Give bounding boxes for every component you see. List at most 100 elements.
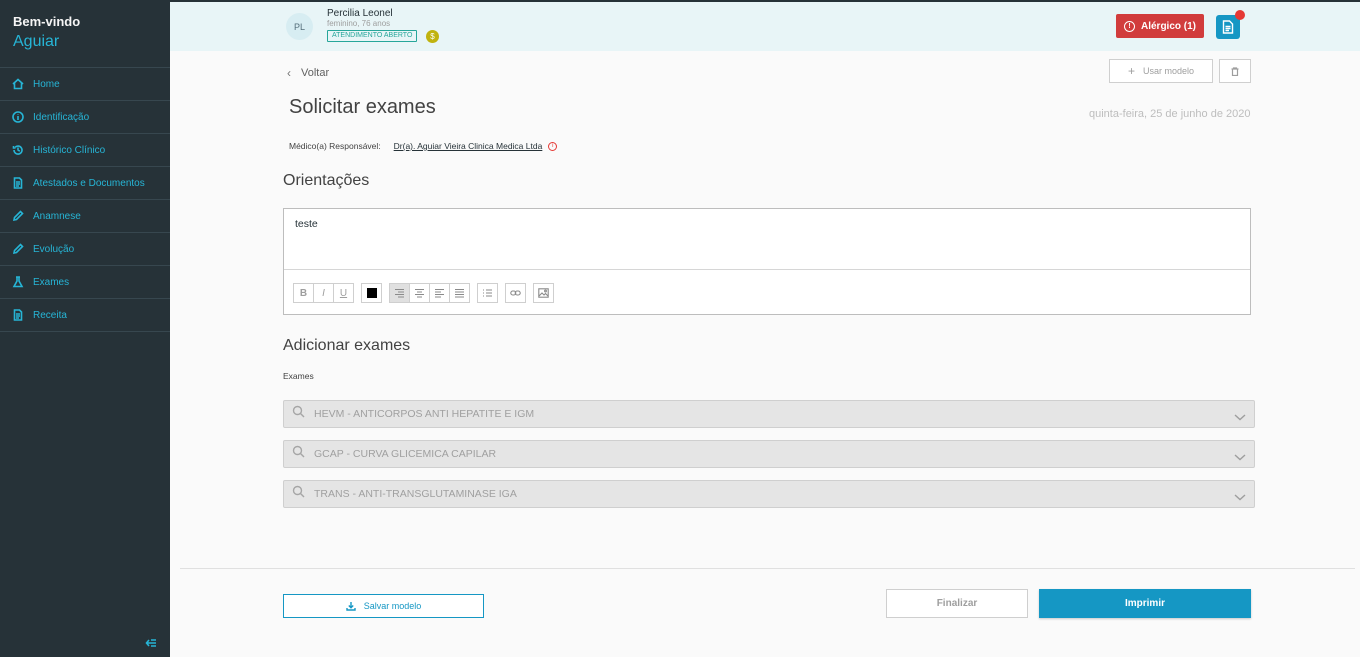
align-right-button[interactable]: [389, 283, 410, 303]
align-group: [389, 283, 470, 303]
allergic-label: Alérgico (1): [1140, 20, 1196, 32]
document-icon: [12, 309, 24, 321]
image-button[interactable]: [533, 283, 554, 303]
responsible-row: Médico(a) Responsável: Dr(a). Aguiar Vie…: [289, 141, 558, 151]
sidebar-item-label: Receita: [33, 309, 67, 321]
exam-select[interactable]: GCAP - CURVA GLICEMICA CAPILAR: [283, 440, 1255, 468]
home-icon: [12, 78, 24, 90]
align-center-button[interactable]: [409, 283, 430, 303]
sidebar-item-receita[interactable]: Receita: [0, 299, 170, 332]
list-icon: [483, 289, 492, 297]
search-icon: [292, 445, 305, 463]
align-justify-button[interactable]: [449, 283, 470, 303]
sidebar-item-label: Exames: [33, 276, 70, 288]
save-model-button[interactable]: Salvar modelo: [283, 594, 484, 618]
plus-icon: +: [1127, 64, 1135, 78]
print-button[interactable]: Imprimir: [1039, 589, 1251, 618]
sidebar-item-label: Home: [33, 78, 60, 90]
text-color-button[interactable]: [361, 283, 382, 303]
coin-icon[interactable]: $: [426, 30, 439, 43]
document-icon: [12, 177, 24, 189]
sidebar-item-home[interactable]: Home: [0, 68, 170, 101]
pencil-icon: [12, 243, 24, 255]
align-left-button[interactable]: [429, 283, 450, 303]
use-model-label: Usar modelo: [1142, 66, 1195, 76]
format-group: B I U: [293, 283, 354, 303]
warning-icon[interactable]: i: [548, 141, 558, 151]
exam-value: GCAP - CURVA GLICEMICA CAPILAR: [314, 448, 497, 460]
align-left-icon: [435, 288, 444, 298]
sidebar-item-label: Atestados e Documentos: [33, 177, 145, 189]
image-group: [533, 283, 554, 303]
patient-header: PL Percilia Leonel feminino, 76 anos ATE…: [170, 0, 1360, 51]
color-swatch: [366, 288, 377, 298]
footer-divider: [180, 568, 1355, 569]
editor-toolbar: B I U: [293, 283, 562, 303]
avatar: PL: [286, 13, 313, 40]
sidebar-item-anamnese[interactable]: Anamnese: [0, 200, 170, 233]
sidebar-item-exames[interactable]: Exames: [0, 266, 170, 299]
user-name: Aguiar: [13, 33, 60, 50]
chevron-left-icon: ‹: [287, 66, 291, 80]
page-title: Solicitar exames: [289, 96, 436, 118]
use-model-button[interactable]: + Usar modelo: [1109, 59, 1213, 83]
sidebar-item-historico[interactable]: Histórico Clínico: [0, 134, 170, 167]
color-group: [361, 283, 382, 303]
list-group: [477, 283, 498, 303]
sidebar-nav: Home Identificação Histórico Clínico Ate…: [0, 67, 170, 332]
alert-icon: !: [1123, 20, 1135, 32]
align-justify-icon: [455, 288, 464, 298]
save-model-label: Salvar modelo: [363, 601, 422, 611]
finalize-button[interactable]: Finalizar: [886, 589, 1028, 618]
exam-select[interactable]: TRANS - ANTI-TRANSGLUTAMINASE IGA: [283, 480, 1255, 508]
main-content: ‹ Voltar + Usar modelo Solicitar exames …: [170, 51, 1360, 657]
welcome-text: Bem-vindo: [13, 14, 81, 29]
patient-name: Percilia Leonel: [327, 8, 393, 19]
sidebar: Bem-vindo Aguiar Home Identificação Hist…: [0, 0, 170, 657]
sidebar-item-label: Anamnese: [33, 210, 81, 222]
orientations-editor: teste B I U: [283, 208, 1251, 315]
sidebar-item-evolucao[interactable]: Evolução: [0, 233, 170, 266]
sidebar-item-label: Identificação: [33, 111, 90, 123]
document-icon: [1222, 20, 1234, 34]
responsible-doctor-link[interactable]: Dr(a). Aguiar Vieira Clinica Medica Ltda: [394, 141, 543, 151]
sidebar-item-identificacao[interactable]: Identificação: [0, 101, 170, 134]
add-exams-heading: Adicionar exames: [283, 337, 411, 354]
back-label: Voltar: [301, 67, 330, 79]
allergic-button[interactable]: ! Alérgico (1): [1116, 14, 1204, 38]
chevron-down-icon: [1234, 409, 1246, 427]
link-icon: [510, 290, 521, 296]
notification-dot: [1235, 10, 1245, 20]
chevron-down-icon: [1234, 449, 1246, 467]
link-group: [505, 283, 526, 303]
info-icon: [12, 111, 24, 123]
exam-value: TRANS - ANTI-TRANSGLUTAMINASE IGA: [314, 488, 517, 500]
history-icon: [12, 144, 24, 156]
exams-label: Exames: [283, 371, 314, 381]
italic-button[interactable]: I: [313, 283, 334, 303]
status-badge: ATENDIMENTO ABERTO: [327, 30, 418, 42]
back-link[interactable]: ‹ Voltar: [287, 66, 329, 80]
sidebar-item-atestados[interactable]: Atestados e Documentos: [0, 167, 170, 200]
bullet-list-button[interactable]: [477, 283, 498, 303]
date-text: quinta-feira, 25 de junho de 2020: [1089, 108, 1251, 120]
sidebar-item-label: Histórico Clínico: [33, 144, 106, 156]
delete-button[interactable]: [1219, 59, 1251, 83]
bold-button[interactable]: B: [293, 283, 314, 303]
image-icon: [538, 288, 549, 298]
patient-info: feminino, 76 anos: [327, 19, 391, 28]
align-center-icon: [415, 288, 424, 298]
responsible-label: Médico(a) Responsável:: [289, 141, 381, 151]
editor-textarea[interactable]: teste: [284, 209, 1250, 270]
align-right-icon: [395, 288, 404, 298]
orientations-heading: Orientações: [283, 172, 370, 189]
search-icon: [292, 405, 305, 423]
chevron-down-icon: [1234, 489, 1246, 507]
exam-value: HEVM - ANTICORPOS ANTI HEPATITE E IGM: [314, 408, 535, 420]
sidebar-item-label: Evolução: [33, 243, 75, 255]
link-button[interactable]: [505, 283, 526, 303]
flask-icon: [12, 276, 24, 288]
exam-select[interactable]: HEVM - ANTICORPOS ANTI HEPATITE E IGM: [283, 400, 1255, 428]
underline-button[interactable]: U: [333, 283, 354, 303]
collapse-sidebar-icon[interactable]: [145, 636, 157, 648]
